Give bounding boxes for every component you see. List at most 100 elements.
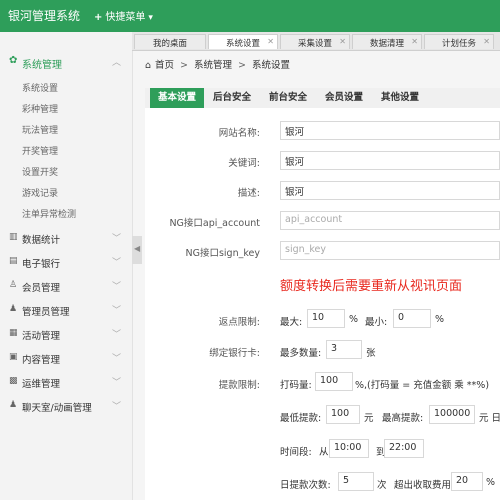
max-withdraw-input[interactable]: 100000 [429,405,475,424]
api-account-input[interactable]: api_account [280,211,500,230]
chevron-down-icon: ﹀ [112,330,122,340]
close-icon[interactable]: ✕ [339,37,346,46]
sidebar-group-statistics[interactable]: ▥ 数据统计 ﹀ [0,229,132,247]
sidebar-item-bet-anomaly[interactable]: 注单异常检测 [22,207,76,220]
site-name-input[interactable]: 银河 [280,121,500,140]
card-unit: 张 [366,348,376,359]
sidebar-item-lottery-management[interactable]: 彩种管理 [22,102,58,115]
tab-backend-security[interactable]: 后台安全 [205,88,259,108]
settings-panel: 基本设置 后台安全 前台安全 会员设置 其他设置 网站名称: 银河 关键词: 银… [145,88,500,500]
betting-input[interactable]: 100 [315,372,353,391]
bank-icon: ▤ [9,256,18,266]
period-from-label: 从 [319,447,329,458]
sidebar-group-ebank[interactable]: ▤ 电子银行 ﹀ [0,253,132,271]
top-bar: 银河管理系统 + 快捷菜单 ▾ [0,0,500,32]
sidebar-item-play-management[interactable]: 玩法管理 [22,123,58,136]
description-label: 描述: [237,188,260,199]
min-withdraw-label: 最低提款: [280,413,322,424]
rebate-max-input[interactable]: 10 [307,309,345,328]
tab-frontend-security[interactable]: 前台安全 [261,88,315,108]
chevron-down-icon: ﹀ [112,306,122,316]
sidebar-item-set-draw[interactable]: 设置开奖 [22,165,58,178]
sidebar-item-system-settings[interactable]: 系统设置 [22,81,58,94]
api-account-label: NG接口api_account [169,218,260,229]
tab-label: 采集设置 [297,39,332,49]
site-name-label: 网站名称: [218,128,260,139]
keywords-input[interactable]: 银河 [280,151,500,170]
sidebar-group-system[interactable]: ✿ 系统管理 ︿ [0,53,132,71]
period-to-input[interactable]: 22:00 [384,439,424,458]
percent-unit: % [349,314,359,325]
excess-fee-input[interactable]: 20 [451,472,483,491]
gear-icon: ✿ [9,55,18,66]
chevron-down-icon: ﹀ [112,282,122,292]
tab-label: 数据清理 [369,39,404,49]
sidebar-group-label: 系统管理 [22,60,62,71]
breadcrumb-home[interactable]: 首页 [155,60,174,71]
percent-unit: % [435,314,445,325]
tab-my-desktop[interactable]: 我的桌面 [134,34,206,49]
close-icon[interactable]: ✕ [483,37,490,46]
times-unit: 次 [377,480,387,491]
tab-label: 我的桌面 [152,39,187,49]
chevron-down-icon: ﹀ [112,354,122,364]
home-icon[interactable]: ⌂ [145,60,151,71]
sign-key-label: NG接口sign_key [185,248,261,259]
period-label: 时间段: [280,447,312,458]
sidebar-collapse-handle[interactable]: ◀ [132,236,142,264]
sidebar-group-content[interactable]: ▣ 内容管理 ﹀ [0,349,132,367]
breadcrumb-level1[interactable]: 系统管理 [194,60,232,71]
sidebar-group-ops[interactable]: ▩ 运维管理 ﹀ [0,373,132,391]
tab-system-settings[interactable]: 系统设置 ✕ [208,34,278,49]
sidebar-group-activities[interactable]: ▦ 活动管理 ﹀ [0,325,132,343]
plus-icon: + [94,12,103,23]
bind-card-max-input[interactable]: 3 [326,340,362,359]
chevron-down-icon: ﹀ [112,234,122,244]
sidebar-group-label: 聊天室/动画管理 [22,403,92,414]
sidebar-group-label: 内容管理 [22,355,61,366]
breadcrumb-separator: > [180,60,189,71]
betting-note: %,(打码量 = 充值金额 乘 **%) [355,380,490,391]
settings-tabs: 基本设置 后台安全 前台安全 会员设置 其他设置 [145,88,500,108]
rebate-min-input[interactable]: 0 [393,309,431,328]
tab-other-settings[interactable]: 其他设置 [373,88,427,108]
daily-count-input[interactable]: 5 [338,472,374,491]
page-tab-strip: 我的桌面 系统设置 ✕ 采集设置 ✕ 数据清理 ✕ 计划任务 ✕ [132,32,500,51]
quick-menu-button[interactable]: + 快捷菜单 ▾ [94,8,153,23]
daily-count-label: 日提款次数: [280,480,331,491]
sidebar-item-game-records[interactable]: 游戏记录 [22,186,58,199]
bind-card-max-label: 最多数量: [280,348,322,359]
period-from-input[interactable]: 10:00 [329,439,369,458]
sidebar-group-chatroom[interactable]: ♟ 聊天室/动画管理 ﹀ [0,397,132,415]
tab-label: 计划任务 [441,39,476,49]
percent-unit: % [486,477,496,488]
chart-icon: ▥ [9,232,18,242]
tab-scheduled-tasks[interactable]: 计划任务 ✕ [424,34,494,49]
app-title: 银河管理系统 [8,9,81,23]
sidebar-group-label: 管理员管理 [22,307,70,318]
sidebar: ✿ 系统管理 ︿ 系统设置 彩种管理 玩法管理 开奖管理 设置开奖 游戏记录 注… [0,32,133,500]
description-input[interactable]: 银河 [280,181,500,200]
daily-withdraw-label: 元 日提 [479,413,500,424]
withdraw-limit-label: 提款限制: [218,380,260,391]
chevron-left-icon: ◀ [134,244,141,253]
close-icon[interactable]: ✕ [267,37,274,46]
sidebar-group-members[interactable]: ♙ 会员管理 ﹀ [0,277,132,295]
chat-icon: ♟ [9,400,18,410]
betting-label: 打码量: [280,380,312,391]
breadcrumb-level2: 系统设置 [252,60,291,71]
close-icon[interactable]: ✕ [411,37,418,46]
content-icon: ▣ [9,352,18,362]
breadcrumb: ⌂ 首页 > 系统管理 > 系统设置 [145,57,290,71]
sidebar-group-label: 活动管理 [22,331,61,342]
tab-basic-settings[interactable]: 基本设置 [150,88,204,108]
sidebar-item-draw-management[interactable]: 开奖管理 [22,144,58,157]
admin-icon: ♟ [9,304,18,314]
tab-data-cleanup[interactable]: 数据清理 ✕ [352,34,422,49]
rebate-limit-label: 返点限制: [218,317,260,328]
sign-key-input[interactable]: sign_key [280,241,500,260]
sidebar-group-admins[interactable]: ♟ 管理员管理 ﹀ [0,301,132,319]
tab-member-settings[interactable]: 会员设置 [317,88,371,108]
tab-collect-settings[interactable]: 采集设置 ✕ [280,34,350,49]
min-withdraw-input[interactable]: 100 [326,405,360,424]
